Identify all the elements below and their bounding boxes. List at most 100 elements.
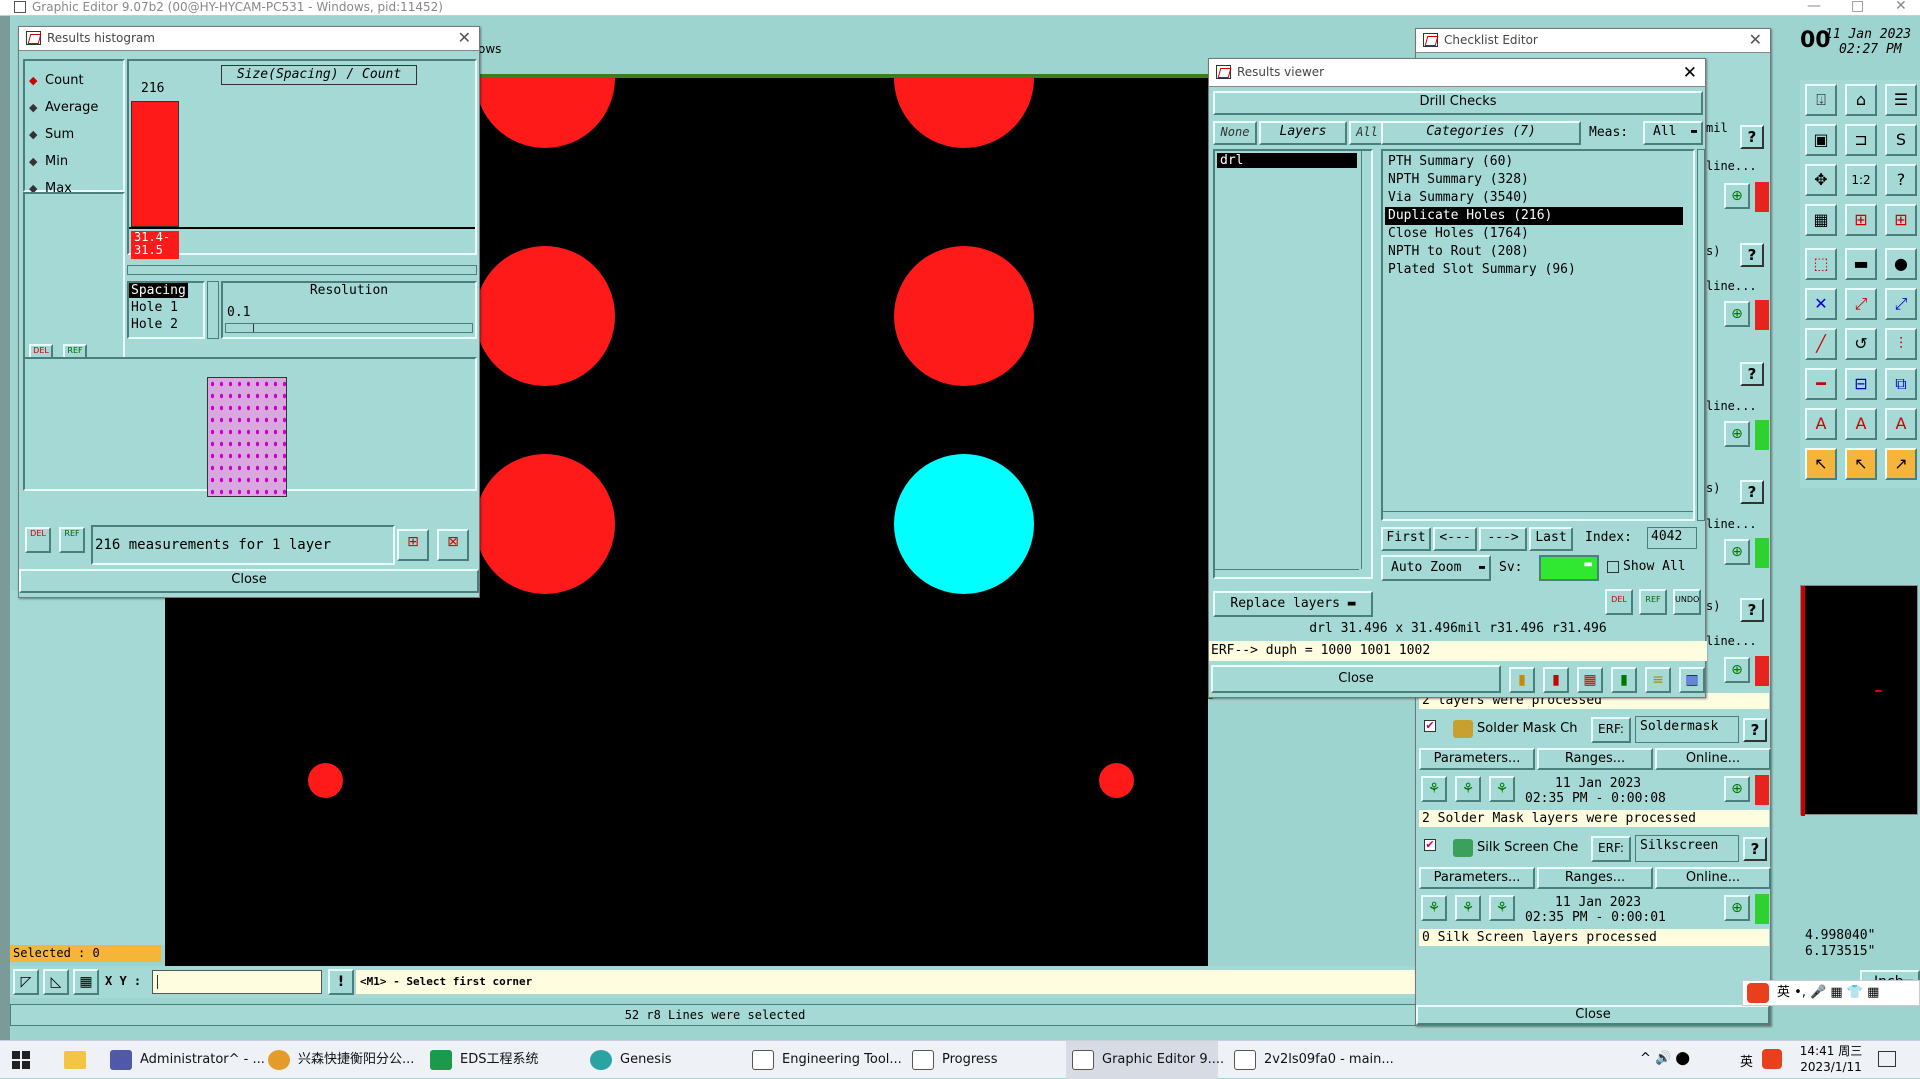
category-item[interactable]: Close Holes (1764) <box>1385 225 1683 243</box>
align-icon[interactable]: ⫶ <box>1885 328 1917 360</box>
help-button[interactable]: ? <box>1740 125 1764 149</box>
taskbar-item[interactable]: 兴森快捷衡阳分公... <box>262 1041 414 1079</box>
category-item[interactable]: Duplicate Holes (216) <box>1385 207 1683 225</box>
home-icon[interactable]: ⌂ <box>1845 84 1877 116</box>
spacing-scrollbar[interactable] <box>207 281 219 339</box>
horizontal-icon[interactable]: ━ <box>1805 368 1837 400</box>
move-icon[interactable]: ↗ <box>1885 448 1917 480</box>
online-button[interactable]: Online... <box>1655 867 1771 889</box>
distribute-icon[interactable]: ⊟ <box>1845 368 1877 400</box>
zoom-icon[interactable]: ⊕ <box>1724 421 1750 447</box>
text-a-third-icon[interactable]: A <box>1885 408 1917 440</box>
xy-input[interactable] <box>152 970 322 994</box>
help-button[interactable]: ? <box>1743 837 1767 861</box>
run-icon[interactable]: ⚘ <box>1421 776 1447 802</box>
taskbar-item[interactable]: Progress <box>906 1041 1056 1079</box>
category-item[interactable]: NPTH to Rout (208) <box>1385 243 1683 261</box>
line-icon[interactable]: ╱ <box>1805 328 1837 360</box>
layer-tab-none[interactable]: None <box>1213 121 1257 145</box>
close-icon[interactable]: ✕ <box>1749 30 1762 49</box>
zoom-icon[interactable]: ⊕ <box>1724 539 1750 565</box>
layer-tab-all[interactable]: All <box>1349 121 1385 145</box>
parameters-button[interactable]: Parameters... <box>1419 748 1535 770</box>
measure-tool-icon[interactable]: ◺ <box>43 969 69 995</box>
save-icon[interactable]: ⍗ <box>1805 84 1837 116</box>
help-button[interactable]: ? <box>1740 243 1764 267</box>
text-a-icon[interactable]: A <box>1805 408 1837 440</box>
layers-alt-icon[interactable]: ⊞ <box>1885 204 1917 236</box>
cross-icon[interactable]: ✕ <box>1805 288 1837 320</box>
close-icon[interactable]: ✕ <box>1895 0 1907 14</box>
auto-zoom-dropdown[interactable]: Auto Zoom ▬ <box>1381 555 1491 581</box>
grid-tool-icon[interactable]: ▦ <box>73 969 99 995</box>
select-tool-icon[interactable]: ◸ <box>13 969 39 995</box>
run-selected-icon[interactable]: ⚘ <box>1455 776 1481 802</box>
categories-vscroll[interactable] <box>1697 149 1705 521</box>
tool-icon[interactable]: ☰ <box>1885 84 1917 116</box>
layers-hscroll[interactable] <box>1215 569 1359 577</box>
erf-button[interactable]: ERF: <box>1591 836 1631 862</box>
taskbar-item[interactable]: EDS工程系统 <box>424 1041 564 1079</box>
ruler-icon[interactable]: ▬ <box>1845 248 1877 280</box>
category-item[interactable]: Plated Slot Summary (96) <box>1385 261 1683 279</box>
clock[interactable]: 14:41 周三 2023/1/11 <box>1796 1043 1866 1075</box>
ime-floating-bar[interactable]: 英 •, 🎤 ▦ 👕 ▦ <box>1742 980 1920 1006</box>
node-icon[interactable]: ⤢ <box>1845 288 1877 320</box>
snap-icon[interactable]: ▣ <box>1805 124 1837 156</box>
taskbar-item[interactable]: Administrator^ - ... <box>104 1041 265 1079</box>
minimize-icon[interactable]: — <box>1807 0 1821 14</box>
windows-start-icon[interactable] <box>12 1051 30 1069</box>
grid-report-icon[interactable]: ▦ <box>1577 667 1603 693</box>
report-icon[interactable]: ▮ <box>1509 667 1535 693</box>
scale-icon[interactable]: 1:2 <box>1845 164 1877 196</box>
step-icon[interactable]: S <box>1885 124 1917 156</box>
shape-icon[interactable]: ⬚ <box>1805 248 1837 280</box>
zoom-icon[interactable]: ⊕ <box>1724 895 1750 921</box>
histogram-icon[interactable]: ▥ <box>1679 667 1705 693</box>
parameters-button[interactable]: Parameters... <box>1419 867 1535 889</box>
chart-scrollbar[interactable] <box>127 265 477 275</box>
online-button[interactable]: Online... <box>1655 748 1771 770</box>
run-icon[interactable]: ⚘ <box>1421 895 1447 921</box>
checklist-close-button[interactable]: Close <box>1416 1005 1770 1025</box>
categories-header[interactable]: Categories (7) <box>1381 121 1581 145</box>
cursor-icon[interactable]: ↖ <box>1805 448 1837 480</box>
sv-dropdown[interactable]: ▬ <box>1539 555 1599 581</box>
category-item[interactable]: NPTH Summary (328) <box>1385 171 1683 189</box>
overview-map[interactable] <box>1800 585 1918 816</box>
del-button[interactable]: DEL <box>25 527 51 553</box>
zoom-icon[interactable]: ⊕ <box>1724 657 1750 683</box>
option-min[interactable]: ◆ Min <box>29 148 98 175</box>
export-icon[interactable]: ▮ <box>1611 667 1637 693</box>
exclaim-icon[interactable]: ! <box>328 969 354 995</box>
run-all-icon[interactable]: ⚘ <box>1489 776 1515 802</box>
layer-item-drl[interactable]: drl <box>1217 153 1357 168</box>
input-method-icon[interactable] <box>1762 1049 1782 1069</box>
category-item[interactable]: Via Summary (3540) <box>1385 189 1683 207</box>
pan-icon[interactable]: ✥ <box>1805 164 1837 196</box>
option-sum[interactable]: ◆ Sum <box>29 121 98 148</box>
help-button[interactable]: ? <box>1740 598 1764 622</box>
taskbar-item[interactable]: 2v2ls09fa0 - main... <box>1228 1041 1394 1079</box>
first-button[interactable]: First <box>1381 527 1431 551</box>
layer-tab-layers[interactable]: Layers <box>1259 121 1347 145</box>
tray-icons[interactable]: ^ 🔊 ⬤ <box>1640 1051 1690 1066</box>
run-selected-icon[interactable]: ⚘ <box>1455 895 1481 921</box>
undo-button[interactable]: UNDO <box>1673 589 1701 615</box>
spacing-item[interactable]: Hole 2 <box>131 316 178 333</box>
layers-vscroll[interactable] <box>1361 151 1371 569</box>
check-enabled-checkbox[interactable]: ✔ <box>1424 839 1436 851</box>
index-input[interactable]: 4042 <box>1647 527 1697 549</box>
spacing-item[interactable]: Hole 1 <box>131 299 178 316</box>
next-button[interactable]: ---> <box>1479 527 1527 551</box>
close-icon[interactable]: ✕ <box>1683 63 1697 83</box>
zoom-layer-icon[interactable]: ⊞ <box>397 529 429 561</box>
erf-button[interactable]: ERF: <box>1591 717 1631 743</box>
replace-layers-button[interactable]: Replace layers ▬ <box>1213 591 1373 617</box>
ranges-button[interactable]: Ranges... <box>1537 748 1653 770</box>
category-item[interactable]: PTH Summary (60) <box>1385 153 1683 171</box>
del-button[interactable]: DEL <box>1605 589 1633 615</box>
zoom-icon[interactable]: ⊕ <box>1724 183 1750 209</box>
close-icon[interactable]: ✕ <box>458 28 471 47</box>
notes-icon[interactable]: ≡ <box>1645 667 1671 693</box>
